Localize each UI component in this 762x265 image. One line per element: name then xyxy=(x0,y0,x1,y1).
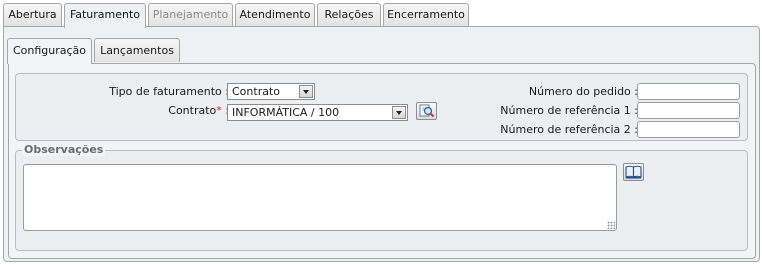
contrato-value: INFORMÁTICA / 100 xyxy=(232,106,340,119)
numero-ref2-input[interactable] xyxy=(637,121,740,138)
tab-atendimento[interactable]: Atendimento xyxy=(235,3,315,26)
tipo-faturamento-value: Contrato xyxy=(232,85,281,98)
observacoes-fieldset: Observações xyxy=(15,143,748,251)
numero-ref2-label: Número de referência 2 : xyxy=(500,123,638,136)
observacoes-book-button[interactable] xyxy=(623,163,644,181)
numero-ref1-input[interactable] xyxy=(637,102,740,119)
search-lookup-icon xyxy=(419,104,435,118)
numero-pedido-input[interactable] xyxy=(637,83,740,100)
tab-relacoes[interactable]: Relações xyxy=(317,3,381,26)
subtab-configuracao[interactable]: Configuração xyxy=(7,38,92,64)
tab-planejamento[interactable]: Planejamento xyxy=(148,3,233,26)
tab-encerramento[interactable]: Encerramento xyxy=(383,3,469,26)
contrato-lookup-button[interactable] xyxy=(416,102,437,120)
configuracao-panel: Tipo de faturamento : Contrato Contrato*… xyxy=(8,63,756,259)
subtab-lancamentos[interactable]: Lançamentos xyxy=(94,38,180,62)
tab-abertura[interactable]: Abertura xyxy=(3,3,62,26)
numero-ref1-label: Número de referência 1 : xyxy=(500,104,638,117)
contrato-label: Contrato* : xyxy=(168,104,229,117)
faturamento-panel: Configuração Lançamentos Tipo de faturam… xyxy=(3,26,760,262)
chevron-down-icon[interactable] xyxy=(392,106,406,119)
book-icon xyxy=(625,165,642,179)
chevron-down-icon[interactable] xyxy=(299,85,313,98)
observacoes-legend: Observações xyxy=(22,143,106,156)
billing-fieldset: Tipo de faturamento : Contrato Contrato*… xyxy=(15,73,748,141)
required-asterisk: * xyxy=(216,104,222,117)
tab-faturamento[interactable]: Faturamento xyxy=(64,3,146,28)
resize-grip-icon[interactable] xyxy=(607,221,615,229)
numero-pedido-label: Número do pedido : xyxy=(528,85,638,98)
contrato-select[interactable]: INFORMÁTICA / 100 xyxy=(227,104,408,121)
tipo-faturamento-select[interactable]: Contrato xyxy=(227,83,315,100)
tipo-faturamento-label: Tipo de faturamento : xyxy=(109,85,229,98)
observacoes-textarea[interactable] xyxy=(23,164,617,231)
contrato-label-text: Contrato xyxy=(168,104,217,117)
